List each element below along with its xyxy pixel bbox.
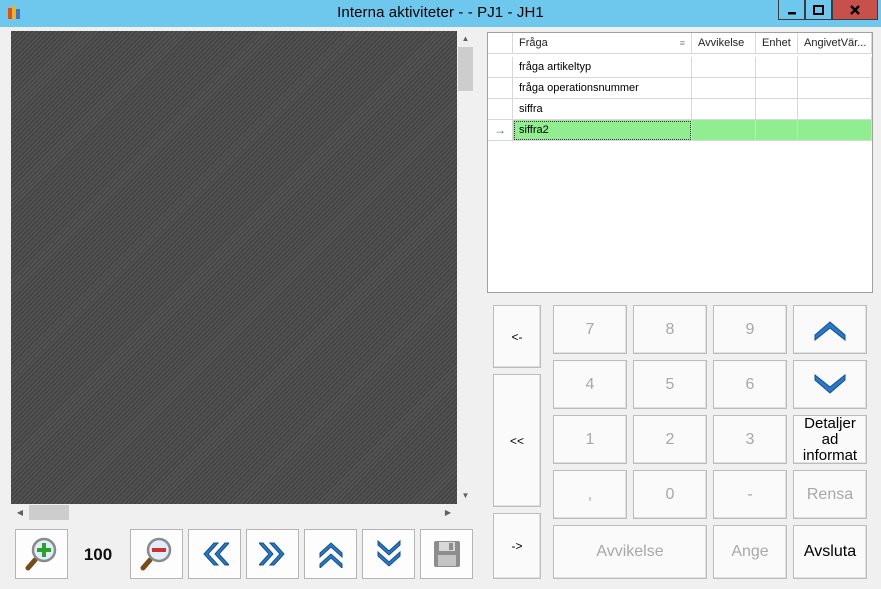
cell-angivet[interactable] — [798, 57, 872, 78]
enter-button[interactable]: Ange — [713, 525, 787, 579]
column-header-fraga[interactable]: Fråga ≡ — [513, 33, 692, 54]
key-3[interactable]: 3 — [713, 415, 787, 464]
deviation-button[interactable]: Avvikelse — [553, 525, 707, 579]
forward-button[interactable]: -> — [493, 513, 541, 579]
last-page-button[interactable] — [362, 529, 415, 579]
key-8[interactable]: 8 — [633, 305, 707, 354]
details-button[interactable]: Detaljer ad informat — [793, 415, 867, 464]
zoom-out-icon — [140, 537, 171, 571]
horizontal-scroll-thumb[interactable] — [29, 505, 69, 520]
double-chevron-down-icon — [377, 540, 400, 567]
cell-enhet[interactable] — [756, 57, 798, 78]
table-row[interactable]: fråga operationsnummer — [488, 78, 872, 99]
window-title: Interna aktiviteter - - PJ1 - JH1 — [337, 4, 544, 21]
move-down-button[interactable] — [793, 360, 867, 409]
key-7[interactable]: 7 — [553, 305, 627, 354]
double-chevron-right-icon — [258, 542, 285, 566]
scroll-up-arrow-icon[interactable]: ▲ — [457, 32, 474, 46]
key-6[interactable]: 6 — [713, 360, 787, 409]
row-indicator — [488, 57, 513, 78]
clear-button[interactable]: Rensa — [793, 470, 867, 519]
zoom-in-icon — [25, 537, 56, 571]
title-bar: Interna aktiviteter - - PJ1 - JH1 — [0, 0, 881, 27]
sort-icon: ≡ — [679, 38, 685, 48]
chevron-down-icon — [814, 373, 846, 394]
cell-fraga[interactable]: siffra2 — [513, 120, 692, 141]
minimize-button[interactable] — [778, 0, 805, 20]
grid-header-row: Fråga ≡ Avvikelse Enhet AngivetVär... — [488, 33, 872, 54]
double-chevron-left-icon — [202, 542, 229, 566]
backspace-button[interactable]: <- — [493, 305, 541, 368]
minimize-icon — [787, 11, 796, 14]
key-5[interactable]: 5 — [633, 360, 707, 409]
cell-angivet[interactable] — [798, 120, 872, 141]
floppy-disk-icon — [433, 541, 460, 567]
previous-page-button[interactable] — [188, 529, 241, 579]
column-header-enhet[interactable]: Enhet — [756, 33, 798, 54]
clear-all-left-button[interactable]: << — [493, 374, 541, 507]
move-up-button[interactable] — [793, 305, 867, 354]
row-header-corner — [488, 33, 513, 54]
cell-enhet[interactable] — [756, 99, 798, 120]
exit-button[interactable]: Avsluta — [793, 525, 867, 579]
question-grid[interactable]: Fråga ≡ Avvikelse Enhet AngivetVär... fr… — [487, 32, 873, 293]
horizontal-scrollbar[interactable]: ◀ ▶ — [11, 504, 457, 521]
key-minus[interactable]: - — [713, 470, 787, 519]
key-4[interactable]: 4 — [553, 360, 627, 409]
close-button[interactable] — [832, 0, 878, 20]
scroll-left-arrow-icon[interactable]: ◀ — [13, 504, 27, 521]
scroll-down-arrow-icon[interactable]: ▼ — [457, 489, 474, 503]
table-row[interactable]: fråga artikeltyp — [488, 57, 872, 78]
zoom-out-button[interactable] — [130, 529, 183, 579]
close-icon — [850, 4, 860, 15]
cell-avvikelse[interactable] — [692, 78, 756, 99]
cell-angivet[interactable] — [798, 78, 872, 99]
maximize-button[interactable] — [805, 0, 832, 20]
save-button[interactable] — [420, 529, 473, 579]
cell-avvikelse[interactable] — [692, 120, 756, 141]
first-page-button[interactable] — [304, 529, 357, 579]
cell-fraga[interactable]: fråga artikeltyp — [513, 57, 692, 78]
cell-avvikelse[interactable] — [692, 57, 756, 78]
table-row-selected[interactable]: → siffra2 — [488, 120, 872, 141]
chevron-up-icon — [814, 320, 846, 341]
cell-enhet[interactable] — [756, 78, 798, 99]
zoom-in-button[interactable] — [15, 529, 68, 579]
key-9[interactable]: 9 — [713, 305, 787, 354]
table-row[interactable]: siffra — [488, 99, 872, 120]
cell-angivet[interactable] — [798, 99, 872, 120]
scroll-right-arrow-icon[interactable]: ▶ — [441, 504, 455, 521]
key-1[interactable]: 1 — [553, 415, 627, 464]
double-chevron-up-icon — [319, 542, 342, 568]
column-header-angivet[interactable]: AngivetVär... — [798, 33, 872, 54]
row-indicator — [488, 99, 513, 120]
column-header-avvikelse[interactable]: Avvikelse — [692, 33, 756, 54]
cell-fraga[interactable]: fråga operationsnummer — [513, 78, 692, 99]
cell-fraga[interactable]: siffra — [513, 99, 692, 120]
key-2[interactable]: 2 — [633, 415, 707, 464]
key-0[interactable]: 0 — [633, 470, 707, 519]
row-indicator — [488, 78, 513, 99]
vertical-scrollbar[interactable]: ▲ ▼ — [457, 31, 474, 504]
key-comma[interactable]: , — [553, 470, 627, 519]
maximize-icon — [813, 4, 824, 15]
document-viewer[interactable] — [11, 31, 457, 504]
cell-avvikelse[interactable] — [692, 99, 756, 120]
vertical-scroll-thumb[interactable] — [458, 47, 473, 91]
cell-enhet[interactable] — [756, 120, 798, 141]
next-page-button[interactable] — [246, 529, 299, 579]
zoom-level: 100 — [83, 545, 113, 564]
column-header-label: Fråga — [519, 37, 548, 49]
current-row-arrow-icon: → — [488, 120, 513, 141]
